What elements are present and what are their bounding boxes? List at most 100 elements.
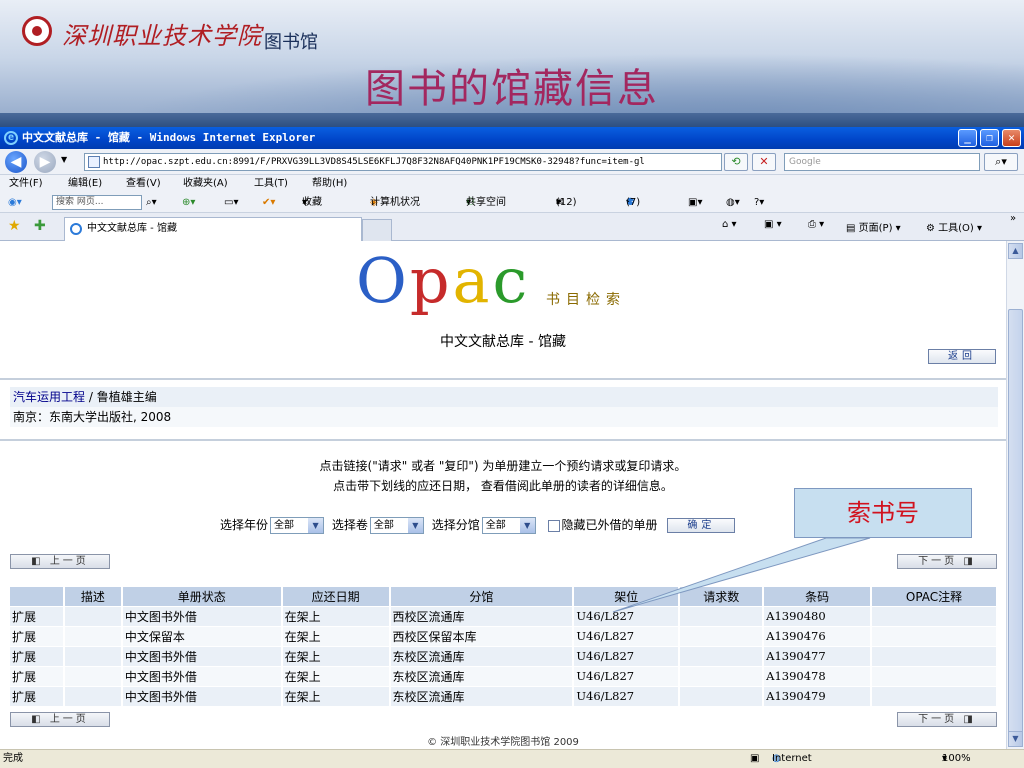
toolbar-contacts[interactable]: ⚉ (7) ▾	[626, 193, 640, 213]
history-dropdown-icon[interactable]: ▼	[61, 155, 67, 164]
refresh-button[interactable]: ⟲	[724, 153, 748, 171]
expand-link[interactable]: 扩展	[10, 645, 65, 666]
col-header: OPAC注释	[871, 587, 998, 606]
menu-tools[interactable]: 工具(T)	[254, 175, 288, 193]
menu-edit[interactable]: 编辑(E)	[68, 175, 102, 193]
menu-help[interactable]: 帮助(H)	[312, 175, 347, 193]
back-button[interactable]: ◀	[5, 151, 27, 173]
scroll-down-icon[interactable]: ▼	[1008, 731, 1023, 747]
toolbar-feed-icon[interactable]: ▣▾	[688, 193, 702, 213]
bib-title-row: 汽车运用工程 / 鲁植雄主编	[10, 387, 998, 407]
cell-opac-note	[871, 625, 998, 646]
url-text: http://opac.szpt.edu.cn:8991/F/PRXVG39LL…	[103, 157, 645, 167]
col-header: 分馆	[389, 587, 575, 606]
next-page-button[interactable]: 下一页 ◨	[897, 554, 997, 569]
feeds-icon[interactable]: ▣ ▾	[764, 219, 782, 230]
toolbar-globe-icon[interactable]: ◍▾	[726, 193, 740, 213]
vertical-scrollbar[interactable]: ▲ ▼	[1006, 241, 1024, 749]
cell-due-date: 在架上	[281, 625, 391, 646]
scroll-thumb[interactable]	[1008, 309, 1023, 733]
close-button[interactable]: ✕	[1002, 129, 1021, 147]
table-row: 扩展 中文图书外借 在架上 东校区流通库 U46/L827 A1390478	[10, 665, 998, 686]
toolbar-logo-icon[interactable]: ◉▾	[8, 193, 22, 213]
cell-shelf: U46/L827	[573, 685, 681, 706]
toolbar-window-icon[interactable]: ▭▾	[224, 193, 238, 213]
toolbar-add-icon[interactable]: ⊕▾	[182, 193, 195, 213]
col-header: 单册状态	[121, 587, 283, 606]
next-page-button-bottom[interactable]: 下一页 ◨	[897, 712, 997, 727]
status-bar: 完成 ▣ ◍ Internet ⌕ 100% ▾	[0, 749, 1024, 768]
url-input[interactable]: http://opac.szpt.edu.cn:8991/F/PRXVG39LL…	[84, 153, 722, 171]
toolbar-favorites[interactable]: ☆ 收藏 ▾	[302, 193, 322, 213]
toolbar-search-icon[interactable]: ⌕▾	[146, 193, 157, 213]
search-input[interactable]: Google	[784, 153, 980, 171]
menu-bar: 文件(F) 编辑(E) 查看(V) 收藏夹(A) 工具(T) 帮助(H)	[0, 175, 1024, 193]
page-footer: © 深圳职业技术学院图书馆 2009	[427, 737, 579, 748]
home-icon[interactable]: ⌂ ▾	[722, 219, 737, 230]
cell-status: 中文图书外借	[121, 645, 283, 666]
expand-link[interactable]: 扩展	[10, 665, 65, 686]
cell-requests	[679, 625, 765, 646]
cell-requests	[679, 605, 765, 626]
menu-favorites[interactable]: 收藏夹(A)	[183, 175, 228, 193]
tools-menu[interactable]: ⚙ 工具(O) ▾	[926, 219, 982, 234]
cell-status: 中文图书外借	[121, 605, 283, 626]
cell-branch: 东校区流通库	[389, 645, 575, 666]
library-label: 图书馆	[264, 32, 318, 53]
new-tab-button[interactable]	[362, 219, 392, 241]
add-favorite-icon[interactable]: ✚	[34, 218, 46, 234]
page-menu[interactable]: ▤ 页面(P) ▾	[846, 219, 901, 234]
confirm-button[interactable]: 确定	[667, 518, 736, 533]
prev-page-button[interactable]: ◧ 上一页	[10, 554, 110, 569]
chevron-right-icon[interactable]: »	[1010, 213, 1016, 224]
volume-select[interactable]: 全部	[369, 517, 424, 534]
prev-page-button-bottom[interactable]: ◧ 上一页	[10, 712, 110, 727]
favorites-star-icon[interactable]: ★	[8, 218, 21, 234]
status-text: 完成	[3, 753, 23, 764]
cell-requests	[679, 685, 765, 706]
expand-link[interactable]: 扩展	[10, 685, 65, 706]
menu-file[interactable]: 文件(F)	[9, 175, 43, 193]
table-header-row: 描述 单册状态 应还日期 分馆 架位 请求数 条码 OPAC注释	[10, 587, 998, 606]
toolbar-mail[interactable]: ✉ (12) ▾	[556, 193, 577, 213]
year-select[interactable]: 全部	[270, 517, 325, 534]
minimize-button[interactable]: _	[958, 129, 977, 147]
toolbar-help-icon[interactable]: ?▾	[754, 193, 764, 213]
zoom-control[interactable]: ⌕ 100% ▾	[942, 750, 971, 768]
stop-button[interactable]: ✕	[752, 153, 776, 171]
expand-link[interactable]: 扩展	[10, 625, 65, 646]
print-icon[interactable]: ⎙ ▾	[808, 219, 824, 230]
toolbar-search-input[interactable]: 搜索 网页...	[52, 195, 142, 210]
cell-description	[63, 685, 123, 706]
cell-shelf: U46/L827	[573, 645, 681, 666]
cell-description	[63, 645, 123, 666]
cell-description	[63, 605, 123, 626]
divider	[0, 439, 1006, 441]
filter-branch-label: 选择分馆	[431, 518, 480, 532]
cell-due-date: 在架上	[281, 605, 391, 626]
scroll-up-icon[interactable]: ▲	[1008, 243, 1023, 259]
branch-select[interactable]: 全部	[481, 517, 536, 534]
col-header: 请求数	[679, 587, 765, 606]
window-title: 中文文献总库 - 馆藏 - Windows Internet Explorer	[22, 131, 316, 144]
return-button[interactable]: 返回	[928, 349, 996, 364]
restore-button[interactable]: ❐	[980, 129, 999, 147]
page-menu-icon: ▤	[846, 223, 856, 234]
forward-button[interactable]: ▶	[34, 151, 56, 173]
search-icon[interactable]: ⌕▾	[984, 153, 1018, 171]
cell-requests	[679, 665, 765, 686]
holdings-table: 描述 单册状态 应还日期 分馆 架位 请求数 条码 OPAC注释 扩展 中文图书…	[10, 587, 998, 706]
window-titlebar[interactable]: e 中文文献总库 - 馆藏 - Windows Internet Explore…	[0, 127, 1024, 149]
tab-current[interactable]: 中文文献总库 - 馆藏	[64, 217, 362, 241]
bib-title-link[interactable]: 汽车运用工程	[13, 390, 85, 404]
slide-banner: 深圳职业技术学院 图书馆 图书的馆藏信息	[0, 0, 1024, 127]
page-heading: 中文文献总库 - 馆藏	[440, 334, 566, 350]
hide-loaned-checkbox[interactable]	[547, 519, 560, 532]
menu-view[interactable]: 查看(V)	[126, 175, 161, 193]
cell-branch: 西校区流通库	[389, 605, 575, 626]
cell-status: 中文保留本	[121, 625, 283, 646]
col-header: 描述	[63, 587, 123, 606]
toolbar-shared-space[interactable]: ⚇ 共享空间 ▾	[466, 193, 506, 213]
toolbar-colors-icon[interactable]: ✔▾	[262, 193, 275, 213]
expand-link[interactable]: 扩展	[10, 605, 65, 626]
